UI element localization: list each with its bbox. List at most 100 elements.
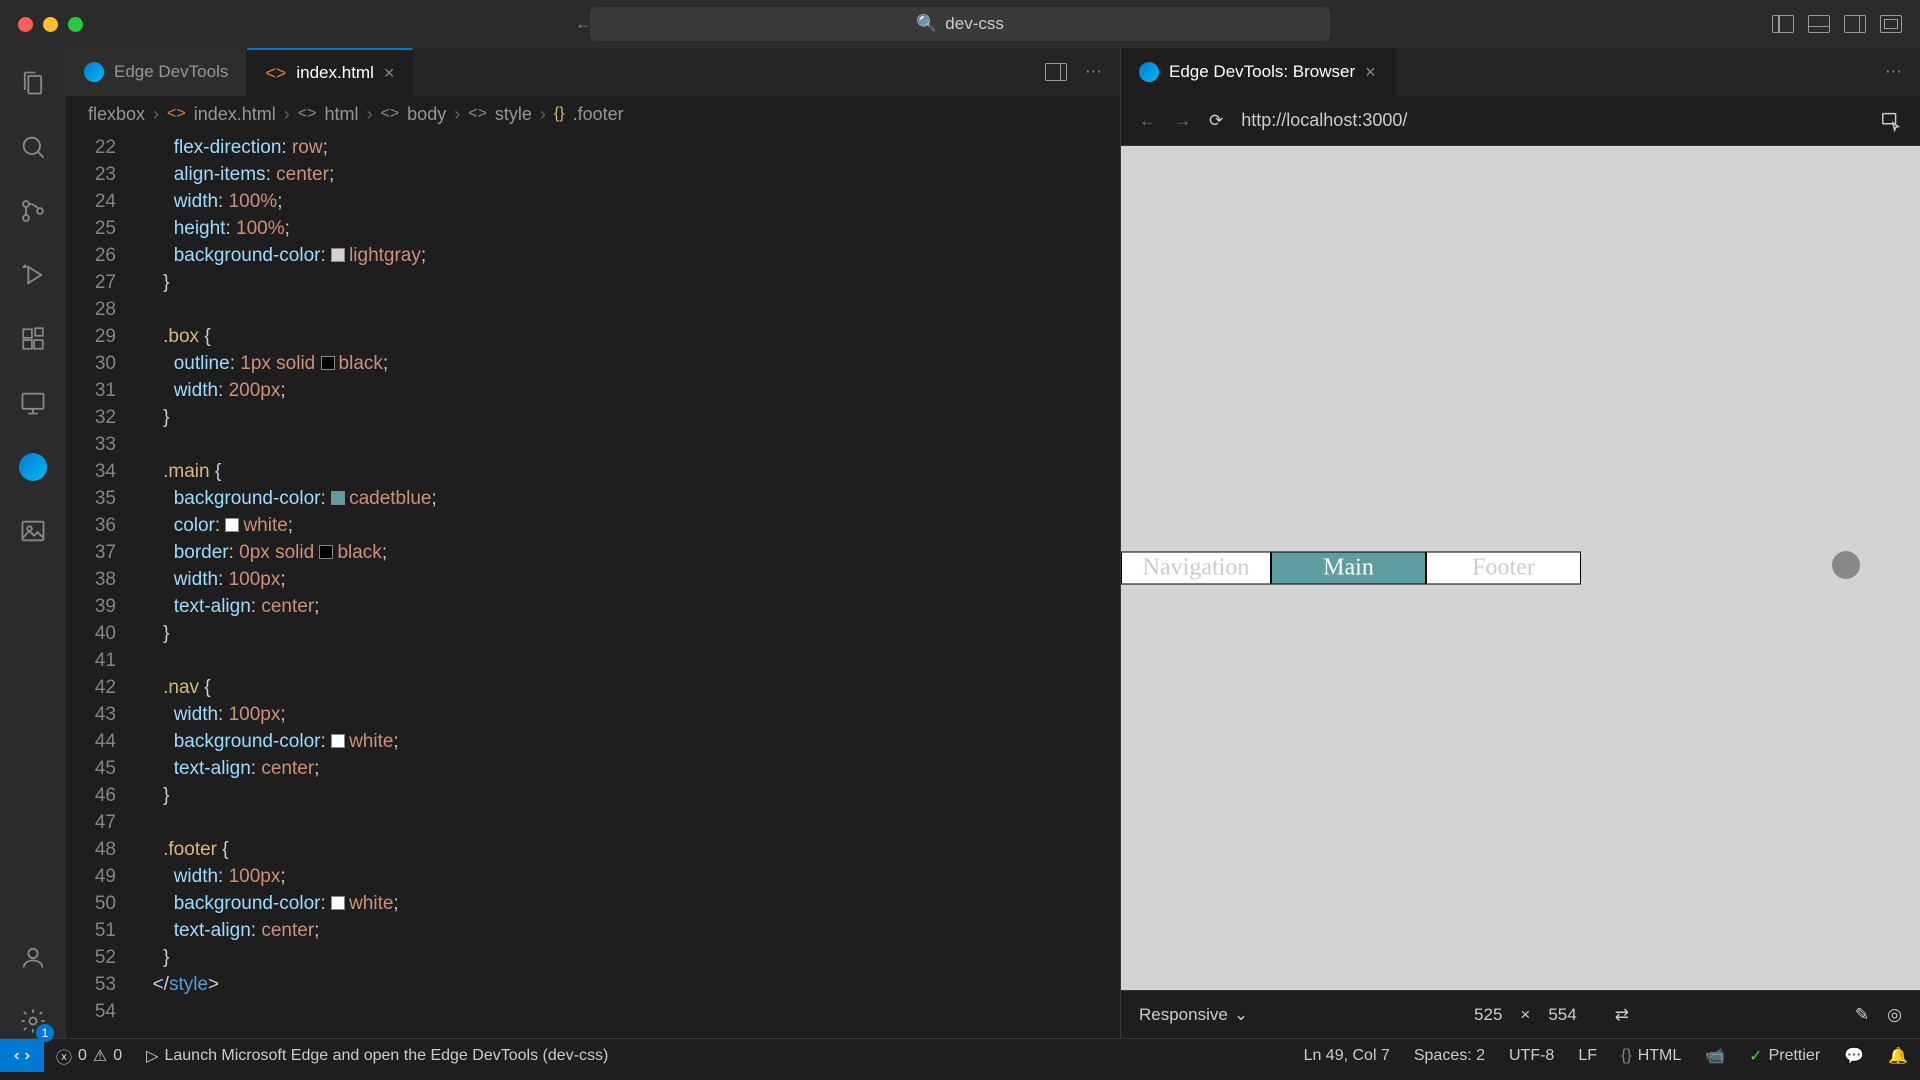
customize-layout-icon[interactable]	[1880, 15, 1902, 33]
check-icon: ✓	[1749, 1046, 1762, 1066]
settings-gear-icon[interactable]: 1	[16, 1004, 50, 1038]
warning-icon: ⚠	[93, 1046, 107, 1066]
viewport-height[interactable]: 554	[1548, 1005, 1576, 1025]
window-controls	[18, 17, 83, 32]
split-editor-icon[interactable]	[1045, 63, 1067, 81]
remote-indicator[interactable]	[0, 1039, 44, 1072]
editor-actions: ⋯	[1045, 48, 1120, 96]
screencast-status[interactable]: 📹	[1693, 1039, 1737, 1072]
chevron-right-icon: ›	[366, 104, 372, 125]
debug-icon: ▷	[146, 1046, 158, 1066]
bc-folder[interactable]: flexbox	[88, 104, 145, 125]
chevron-down-icon: ⌄	[1234, 1005, 1248, 1025]
tab-devtools-browser[interactable]: Edge DevTools: Browser ×	[1121, 48, 1395, 96]
toggle-panel-icon[interactable]	[1808, 15, 1830, 33]
indentation-status[interactable]: Spaces: 2	[1402, 1039, 1497, 1072]
editor-group-left: Edge DevTools <> index.html × ⋯ flexbox …	[66, 48, 1120, 1038]
browser-back-icon[interactable]: ←	[1139, 111, 1156, 131]
bc-style[interactable]: style	[495, 104, 532, 125]
bc-footer[interactable]: .footer	[573, 104, 624, 125]
close-tab-icon[interactable]: ×	[1365, 62, 1376, 83]
element-icon: <>	[380, 105, 399, 123]
devtools-tab-actions: ⋯	[1885, 48, 1920, 96]
notifications-icon[interactable]: 🔔	[1876, 1039, 1920, 1072]
command-center[interactable]: 🔍 dev-css	[590, 7, 1330, 41]
element-icon: <>	[468, 105, 487, 123]
search-icon: 🔍	[916, 14, 937, 34]
titlebar: ← → 🔍 dev-css	[0, 0, 1920, 48]
edit-icon[interactable]: ✎	[1855, 1005, 1869, 1025]
bc-file[interactable]: index.html	[194, 104, 276, 125]
css-rule-icon: {}	[554, 105, 565, 123]
responsive-toolbar: Responsive ⌄ 525 × 554 ⇄ ✎ ◎	[1121, 990, 1920, 1038]
image-activity-icon[interactable]	[16, 514, 50, 548]
preview-flex-container: Navigation Main Footer	[1121, 552, 1581, 585]
language-mode-status[interactable]: {} HTML	[1609, 1039, 1693, 1072]
line-numbers: 2223242526272829303132333435363738394041…	[66, 132, 142, 1038]
edge-icon	[1139, 62, 1159, 82]
devtools-tabs: Edge DevTools: Browser × ⋯	[1121, 48, 1920, 96]
reload-icon[interactable]: ⟳	[1209, 111, 1223, 131]
problems-status[interactable]: ⓧ0 ⚠0	[44, 1039, 134, 1072]
cursor-position-status[interactable]: Ln 49, Col 7	[1292, 1039, 1402, 1072]
viewport-width[interactable]: 525	[1474, 1005, 1502, 1025]
editor-tabs: Edge DevTools <> index.html × ⋯	[66, 48, 1120, 96]
extensions-icon[interactable]	[16, 322, 50, 356]
preview-footer-box: Footer	[1426, 552, 1581, 585]
browser-toolbar: ← → ⟳ http://localhost:3000/	[1121, 96, 1920, 146]
url-bar[interactable]: http://localhost:3000/	[1241, 110, 1862, 131]
feedback-icon[interactable]: 💬	[1832, 1039, 1876, 1072]
dimension-separator: ×	[1520, 1005, 1530, 1025]
edge-icon	[84, 62, 104, 82]
source-control-icon[interactable]	[16, 194, 50, 228]
prettier-status[interactable]: ✓ Prettier	[1737, 1039, 1832, 1072]
chevron-right-icon: ›	[540, 104, 546, 125]
rotate-icon[interactable]: ⇄	[1615, 1005, 1629, 1025]
launch-task-status[interactable]: ▷ Launch Microsoft Edge and open the Edg…	[134, 1039, 620, 1072]
more-actions-icon[interactable]: ⋯	[1885, 62, 1902, 82]
edge-activity-icon[interactable]	[16, 450, 50, 484]
status-bar: ⓧ0 ⚠0 ▷ Launch Microsoft Edge and open t…	[0, 1038, 1920, 1072]
error-icon: ⓧ	[56, 1044, 72, 1068]
layout-controls	[1772, 15, 1902, 33]
code-editor[interactable]: 2223242526272829303132333435363738394041…	[66, 132, 1120, 1038]
tab-label: Edge DevTools: Browser	[1169, 62, 1355, 82]
editor-group-right: Edge DevTools: Browser × ⋯ ← → ⟳ http://…	[1120, 48, 1920, 1038]
activity-bar: 1	[0, 48, 66, 1038]
chevron-right-icon: ›	[454, 104, 460, 125]
minimize-window-icon[interactable]	[43, 17, 58, 32]
explorer-icon[interactable]	[16, 66, 50, 100]
remote-explorer-icon[interactable]	[16, 386, 50, 420]
tab-label: index.html	[296, 63, 373, 83]
cursor-indicator	[1832, 551, 1860, 579]
target-icon[interactable]: ◎	[1887, 1005, 1902, 1025]
bc-html[interactable]: html	[324, 104, 358, 125]
more-actions-icon[interactable]: ⋯	[1085, 62, 1102, 82]
run-debug-icon[interactable]	[16, 258, 50, 292]
bc-body[interactable]: body	[407, 104, 446, 125]
close-window-icon[interactable]	[18, 17, 33, 32]
encoding-status[interactable]: UTF-8	[1497, 1039, 1566, 1072]
close-tab-icon[interactable]: ×	[384, 63, 395, 84]
html-file-icon: <>	[265, 63, 286, 84]
device-label: Responsive	[1139, 1005, 1228, 1025]
html-file-icon: <>	[167, 105, 186, 123]
accounts-icon[interactable]	[16, 940, 50, 974]
toggle-primary-sidebar-icon[interactable]	[1772, 15, 1794, 33]
browser-forward-icon[interactable]: →	[1174, 111, 1191, 131]
breadcrumb[interactable]: flexbox › <> index.html › <> html › <> b…	[66, 96, 1120, 132]
element-icon: <>	[298, 105, 317, 123]
preview-main-box: Main	[1271, 552, 1426, 585]
chevron-right-icon: ›	[153, 104, 159, 125]
code-content[interactable]: flex-direction: row; align-items: center…	[142, 132, 1120, 1038]
device-dropdown[interactable]: Responsive ⌄	[1139, 1005, 1248, 1025]
browser-preview[interactable]: Navigation Main Footer	[1121, 146, 1920, 990]
inspect-icon[interactable]	[1880, 110, 1902, 132]
tab-index-html[interactable]: <> index.html ×	[247, 48, 413, 96]
search-activity-icon[interactable]	[16, 130, 50, 164]
toggle-secondary-sidebar-icon[interactable]	[1844, 15, 1866, 33]
chevron-right-icon: ›	[284, 104, 290, 125]
maximize-window-icon[interactable]	[68, 17, 83, 32]
eol-status[interactable]: LF	[1566, 1039, 1609, 1072]
tab-edge-devtools[interactable]: Edge DevTools	[66, 48, 247, 96]
